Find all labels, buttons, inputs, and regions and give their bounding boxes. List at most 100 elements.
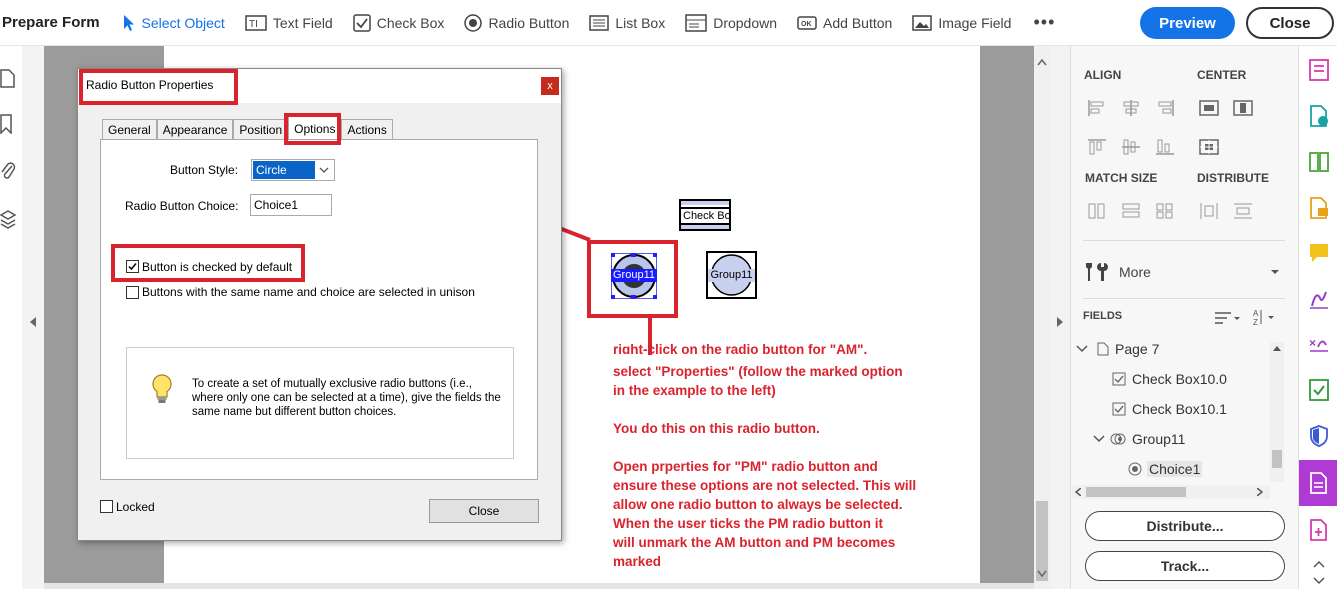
right-panel-divider [1083,240,1285,241]
prepare-form-tool-icon[interactable] [1308,58,1330,82]
distribute-heading: DISTRIBUTE [1197,171,1269,185]
tab-appearance[interactable]: Appearance [156,119,234,139]
annotation-line-3: in the example to the left) [613,383,776,398]
tab-position[interactable]: Position [233,119,289,139]
distribute-button[interactable]: Distribute... [1085,511,1285,541]
dialog-close-icon[interactable]: x [541,77,559,95]
checkbox-icon [1112,402,1126,416]
annotation-line-5: Open prperties for "PM" radio button and [613,459,878,474]
tree-item-group11[interactable]: Group11 [1092,431,1185,447]
annotation-line-8: When the user ticks the PM radio button … [613,516,884,531]
chevron-down-icon[interactable] [1092,434,1106,444]
button-style-value: Circle [253,161,315,179]
match-size-heading: MATCH SIZE [1085,171,1158,185]
align-left-icon[interactable] [1087,99,1107,117]
tree-label: Check Box10.1 [1132,401,1227,417]
annotation-line-1: right-click on the radio button for "AM"… [613,342,868,354]
distribute-horizontal-icon[interactable] [1199,202,1219,220]
annotation-line-9: will unmark the AM button and PM becomes [613,535,896,550]
tip-box: To create a set of mutually exclusive ra… [126,347,514,459]
active-tool-highlight[interactable] [1299,460,1337,506]
tree-vertical-scrollbar[interactable] [1270,342,1284,482]
tree-label: Choice1 [1147,461,1203,477]
sort-icon[interactable] [1214,311,1242,325]
annotation-box-options-tab [284,113,341,145]
tab-actions[interactable]: Actions [341,119,393,139]
tip-text: To create a set of mutually exclusive ra… [192,378,501,418]
right-tool-rail: × [1298,46,1337,589]
center-heading: CENTER [1197,68,1247,82]
page-icon [1097,342,1109,356]
scroll-left-icon[interactable] [1075,488,1081,496]
center-vertical-icon[interactable] [1233,99,1253,117]
center-horizontal-icon[interactable] [1199,99,1219,117]
scroll-thumb[interactable] [1272,450,1282,468]
request-signature-icon[interactable]: × [1308,331,1330,355]
annotation-line-4: You do this on this radio button. [613,421,820,436]
tree-label: Page 7 [1115,341,1160,357]
tree-item-choice1[interactable]: Choice1 [1128,461,1203,477]
chevron-up-icon[interactable] [1312,559,1326,569]
button-style-select[interactable]: Circle [251,159,335,181]
scroll-right-icon[interactable] [1257,488,1263,496]
more-label: More [1119,264,1151,280]
button-style-label: Button Style: [170,163,239,177]
match-both-icon[interactable] [1155,202,1175,220]
protect-shield-icon[interactable] [1308,424,1330,448]
fill-sign-icon[interactable] [1308,286,1330,310]
radio-icon [1128,462,1142,476]
chevron-down-icon[interactable] [1312,576,1326,586]
svg-text:A: A [1253,309,1259,318]
align-top-icon[interactable] [1087,138,1107,156]
right-panel-divider [1083,298,1285,299]
match-height-icon[interactable] [1121,202,1141,220]
match-width-icon[interactable] [1087,202,1107,220]
chevron-down-icon[interactable] [1075,344,1089,354]
annotation-line-2: select "Properties" (follow the marked o… [613,364,903,379]
radio-group-icon [1110,433,1126,445]
unison-checkbox[interactable] [126,286,139,299]
tree-item-checkbox-0[interactable]: Check Box10.0 [1112,371,1227,387]
dialog-close-button[interactable]: Close [429,499,539,523]
scroll-thumb[interactable] [1086,487,1186,497]
distribute-vertical-icon[interactable] [1233,202,1253,220]
tree-label: Check Box10.0 [1132,371,1227,387]
align-heading: ALIGN [1084,68,1122,82]
center-both-icon[interactable] [1199,138,1219,156]
tree-item-page[interactable]: Page 7 [1075,341,1159,357]
scroll-up-icon[interactable] [1273,345,1281,351]
dialog-tabs: General Appearance Position Options Acti… [102,116,393,140]
more-dropdown[interactable]: More [1085,260,1280,284]
annotation-box-title [79,69,238,105]
tools-icon [1086,263,1108,281]
annotation-box-radio [587,240,678,318]
add-document-icon[interactable] [1308,518,1330,542]
export-pdf-icon[interactable] [1308,104,1330,128]
annotation-line-10: marked [613,554,662,569]
organize-pages-icon[interactable] [1308,150,1330,174]
fields-heading: FIELDS [1083,310,1123,322]
svg-text:×: × [1309,336,1316,350]
tree-label: Group11 [1132,431,1186,447]
checkbox-icon [1112,372,1126,386]
align-right-icon[interactable] [1155,99,1175,117]
enhance-scans-icon[interactable] [1308,378,1330,402]
sort-az-icon[interactable]: AZ [1252,308,1278,326]
chevron-right-icon [1057,317,1063,327]
align-bottom-icon[interactable] [1155,138,1175,156]
annotation-line-6: ensure these options are not selected. T… [613,478,917,493]
tab-general[interactable]: General [102,119,157,139]
radio-choice-input[interactable]: Choice1 [250,194,332,216]
comment-icon[interactable] [1308,242,1330,264]
tree-item-checkbox-1[interactable]: Check Box10.1 [1112,401,1227,417]
svg-text:Z: Z [1253,318,1258,326]
locked-checkbox[interactable] [100,500,113,513]
tree-horizontal-scrollbar[interactable] [1072,485,1270,499]
create-pdf-icon[interactable] [1308,196,1330,220]
right-panel-handle[interactable] [1050,46,1070,589]
align-center-horizontal-icon[interactable] [1121,99,1141,117]
track-button[interactable]: Track... [1085,551,1285,581]
align-middle-icon[interactable] [1121,138,1141,156]
unison-label: Buttons with the same name and choice ar… [142,285,475,299]
radio-choice-label: Radio Button Choice: [125,199,239,213]
